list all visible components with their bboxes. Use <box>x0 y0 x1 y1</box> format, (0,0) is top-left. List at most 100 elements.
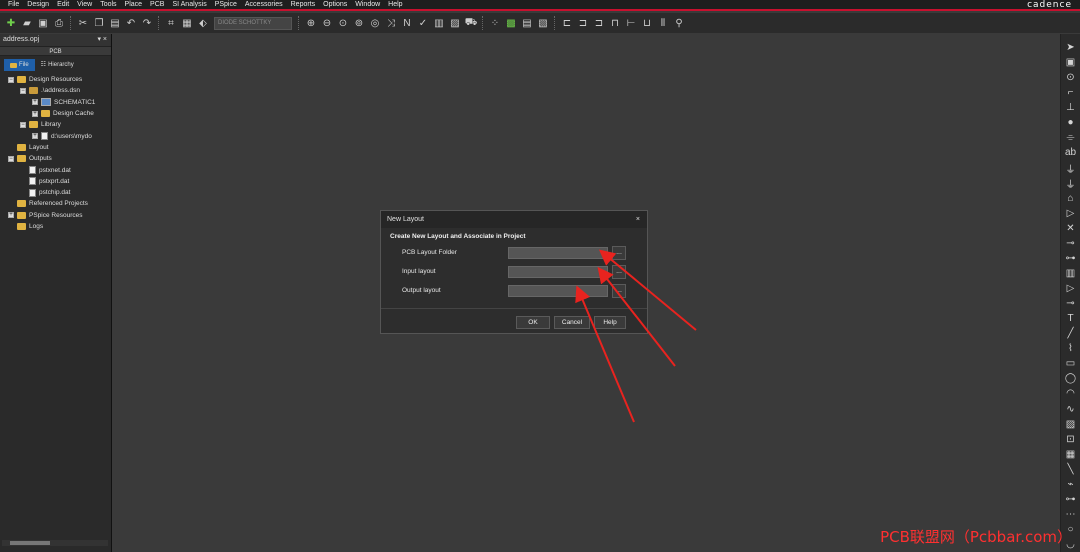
print-icon[interactable]: ⎙ <box>52 16 66 30</box>
pin-icon[interactable]: ⚲ <box>672 16 686 30</box>
tree-item[interactable]: − Design Resources <box>0 74 111 85</box>
hier-port-icon[interactable]: ▷ <box>1064 281 1078 296</box>
tree-item[interactable]: − .\address.dsn <box>0 85 111 96</box>
fit-icon[interactable]: ◎ <box>368 16 382 30</box>
menu-view[interactable]: View <box>73 0 96 10</box>
cross-probe-icon[interactable]: ⤨ <box>384 16 398 30</box>
pin-array-icon[interactable]: ⊶ <box>1064 251 1078 266</box>
hier-block-icon[interactable]: ▥ <box>1064 266 1078 281</box>
collapse-icon[interactable]: − <box>20 87 26 94</box>
align-middle-icon[interactable]: ⊢ <box>624 16 638 30</box>
select-icon[interactable]: ➤ <box>1064 40 1078 55</box>
align-top-icon[interactable]: ⊓ <box>608 16 622 30</box>
tree-item[interactable]: + PSpice Resources <box>0 210 111 221</box>
bus-icon[interactable]: ⊥ <box>1064 100 1078 115</box>
new-icon[interactable]: ✚ <box>4 16 18 30</box>
text-icon[interactable]: T <box>1064 311 1078 326</box>
tab-file[interactable]: File <box>4 59 35 71</box>
arc-icon[interactable]: ◠ <box>1064 386 1078 401</box>
auto-connect-icon[interactable]: ⊶ <box>1064 492 1078 507</box>
pcb-layout-folder-input[interactable] <box>508 247 608 259</box>
line-icon[interactable]: ╱ <box>1064 326 1078 341</box>
collapse-icon[interactable]: − <box>8 155 14 162</box>
expand-icon[interactable]: + <box>8 212 14 219</box>
snap-icon[interactable]: ▦ <box>180 16 194 30</box>
menu-options[interactable]: Options <box>319 0 351 10</box>
expand-icon[interactable]: + <box>32 110 38 117</box>
pin-icon[interactable]: ⊸ <box>1064 236 1078 251</box>
no-connect-icon[interactable]: ✕ <box>1064 221 1078 236</box>
bus-auto-icon[interactable]: ⋯ <box>1064 507 1078 522</box>
cut-icon[interactable]: ✂ <box>76 16 90 30</box>
align-left-icon[interactable]: ⊏ <box>560 16 574 30</box>
annotate-icon[interactable]: ⁘ <box>488 16 502 30</box>
zoom-in-icon[interactable]: ⊕ <box>304 16 318 30</box>
line-2-icon[interactable]: ╲ <box>1064 462 1078 477</box>
output-layout-input[interactable] <box>508 285 608 297</box>
tree-item[interactable]: − Outputs <box>0 153 111 164</box>
menu-window[interactable]: Window <box>351 0 384 10</box>
ieee-icon[interactable]: ⊡ <box>1064 432 1078 447</box>
library-icon[interactable]: ▨ <box>448 16 462 30</box>
tree-item[interactable]: Layout <box>0 142 111 153</box>
auto-wire-icon[interactable]: ⌁ <box>1064 477 1078 492</box>
input-layout-input[interactable] <box>508 266 608 278</box>
panel-close-button[interactable]: ▾ × <box>97 34 107 46</box>
tree-item[interactable]: + d:\users\mydo <box>0 130 111 141</box>
off-page-icon[interactable]: ⌂ <box>1064 191 1078 206</box>
image-icon[interactable]: ▨ <box>1064 417 1078 432</box>
open-icon[interactable]: ▰ <box>20 16 34 30</box>
expand-icon[interactable]: + <box>32 99 38 106</box>
tree-item[interactable]: Logs <box>0 221 111 232</box>
cart-icon[interactable]: ⛟ <box>464 16 478 30</box>
menu-pspice[interactable]: PSpice <box>211 0 241 10</box>
zoom-all-icon[interactable]: ⊚ <box>352 16 366 30</box>
place-part-icon[interactable]: ▣ <box>1064 55 1078 70</box>
distribute-icon[interactable]: ⫴ <box>656 16 670 30</box>
menu-si-analysis[interactable]: SI Analysis <box>168 0 210 10</box>
menu-design[interactable]: Design <box>23 0 53 10</box>
tree-item[interactable]: pstxnet.dat <box>0 164 111 175</box>
pcb-editor-icon[interactable]: ▩ <box>504 16 518 30</box>
menu-reports[interactable]: Reports <box>287 0 320 10</box>
grid-icon[interactable]: ⌗ <box>164 16 178 30</box>
ellipse-icon[interactable]: ◯ <box>1064 371 1078 386</box>
zoom-area-icon[interactable]: ⊙ <box>336 16 350 30</box>
menu-tools[interactable]: Tools <box>96 0 120 10</box>
save-icon[interactable]: ▣ <box>36 16 50 30</box>
menu-accessories[interactable]: Accessories <box>241 0 287 10</box>
tree-item[interactable]: + SCHEMATIC1 <box>0 97 111 108</box>
part-select-dropdown[interactable]: DIODE SCHOTTKY <box>214 16 292 30</box>
wire-icon[interactable]: ⌐ <box>1064 85 1078 100</box>
junction-icon[interactable]: ● <box>1064 115 1078 130</box>
pcb-layout-folder-browse-button[interactable]: ... <box>612 246 626 260</box>
undo-icon[interactable]: ↶ <box>124 16 138 30</box>
collapse-icon[interactable]: − <box>8 76 14 83</box>
drc-icon[interactable]: ✓ <box>416 16 430 30</box>
cancel-button[interactable]: Cancel <box>554 316 590 329</box>
tab-hierarchy[interactable]: ☷ Hierarchy <box>35 59 80 71</box>
tree-item[interactable]: − Library <box>0 119 111 130</box>
browse-icon[interactable]: ▧ <box>536 16 550 30</box>
scrollbar-thumb[interactable] <box>10 541 50 545</box>
tree-item[interactable]: pstxprt.dat <box>0 176 111 187</box>
bus-entry-icon[interactable]: ⌯ <box>1064 130 1078 145</box>
redo-icon[interactable]: ↷ <box>140 16 154 30</box>
input-layout-browse-button[interactable]: ... <box>612 265 626 279</box>
port-icon[interactable]: ▷ <box>1064 206 1078 221</box>
ok-button[interactable]: OK <box>516 316 550 329</box>
zoom-out-icon[interactable]: ⊖ <box>320 16 334 30</box>
align-right-icon[interactable]: ⊐ <box>592 16 606 30</box>
net-alias-icon[interactable]: ab <box>1064 145 1078 160</box>
bom-icon[interactable]: ▥ <box>432 16 446 30</box>
align-center-icon[interactable]: ⊐ <box>576 16 590 30</box>
dialog-close-button[interactable]: × <box>636 211 640 228</box>
power-icon[interactable]: ⏚ <box>1064 161 1078 176</box>
expand-icon[interactable]: + <box>32 133 38 140</box>
tree-item[interactable]: + Design Cache <box>0 108 111 119</box>
help-button[interactable]: Help <box>594 316 626 329</box>
menu-file[interactable]: File <box>0 0 23 10</box>
bezier-icon[interactable]: ∿ <box>1064 402 1078 417</box>
tree-item[interactable]: Referenced Projects <box>0 198 111 209</box>
rectangle-icon[interactable]: ▭ <box>1064 356 1078 371</box>
